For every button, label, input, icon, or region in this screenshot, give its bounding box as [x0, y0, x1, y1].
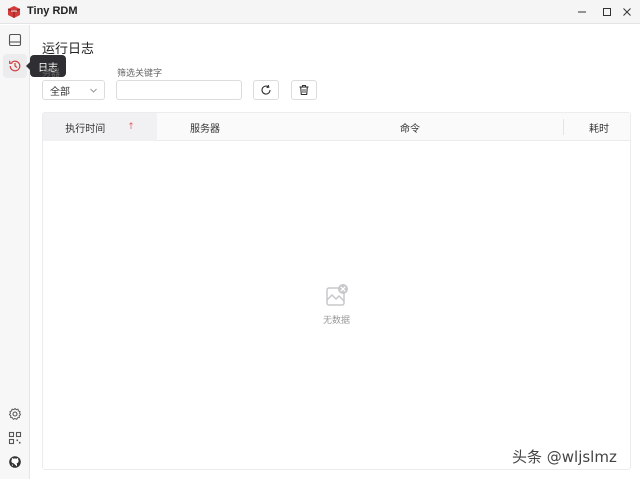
- keyword-filter-label: 筛选关键字: [117, 69, 163, 79]
- apps-icon: [8, 431, 22, 445]
- refresh-button[interactable]: [253, 80, 279, 100]
- column-header-cost[interactable]: 耗时: [589, 113, 609, 141]
- nav-github-button[interactable]: [3, 450, 27, 474]
- keyword-input[interactable]: [116, 80, 242, 100]
- column-header-cost-label: 耗时: [589, 123, 609, 135]
- github-icon: [9, 456, 21, 468]
- nav-connections-button[interactable]: [3, 28, 27, 52]
- minimize-icon: [578, 11, 586, 13]
- log-table: 执行时间 ↑ 服务器 命令 耗时 无数据: [42, 112, 631, 470]
- empty-text: 无数据: [322, 316, 350, 326]
- sort-asc-icon: ↑: [127, 122, 135, 132]
- server-select-value: 全部: [50, 86, 70, 98]
- column-header-time-label: 执行时间: [65, 123, 106, 135]
- connections-icon: [8, 33, 22, 47]
- history-icon: [9, 60, 21, 72]
- nav-settings-button[interactable]: [3, 402, 27, 426]
- empty-data-icon: [325, 284, 348, 306]
- nav-rail: [0, 25, 30, 479]
- app-logo-icon: [7, 6, 21, 18]
- title-bar: Tiny RDM: [0, 0, 640, 24]
- maximize-icon: [603, 8, 611, 16]
- close-icon: [623, 8, 631, 16]
- column-header-server-label: 服务器: [190, 123, 220, 135]
- server-filter-label: 务器: [42, 69, 61, 79]
- trash-icon: [299, 85, 309, 96]
- settings-icon: [8, 407, 22, 420]
- nav-apps-button[interactable]: [3, 426, 27, 450]
- chevron-down-icon: [90, 88, 97, 93]
- column-header-server[interactable]: 服务器: [190, 113, 220, 141]
- window-title: Tiny RDM: [27, 5, 78, 17]
- refresh-icon: [261, 84, 271, 95]
- server-select[interactable]: 全部: [42, 80, 105, 100]
- empty-state: 无数据: [43, 283, 630, 326]
- column-header-command[interactable]: 命令: [400, 113, 420, 141]
- watermark: 头条 @wljslmz: [512, 448, 617, 466]
- column-header-command-label: 命令: [400, 123, 420, 135]
- nav-log-button[interactable]: [3, 54, 27, 78]
- page-title: 运行日志: [42, 42, 95, 57]
- column-header-time[interactable]: 执行时间 ↑: [43, 113, 157, 141]
- clear-log-button[interactable]: [291, 80, 317, 100]
- column-resize-handle[interactable]: [563, 119, 564, 135]
- close-button[interactable]: [612, 0, 640, 24]
- table-header: 执行时间 ↑ 服务器 命令 耗时: [43, 113, 630, 141]
